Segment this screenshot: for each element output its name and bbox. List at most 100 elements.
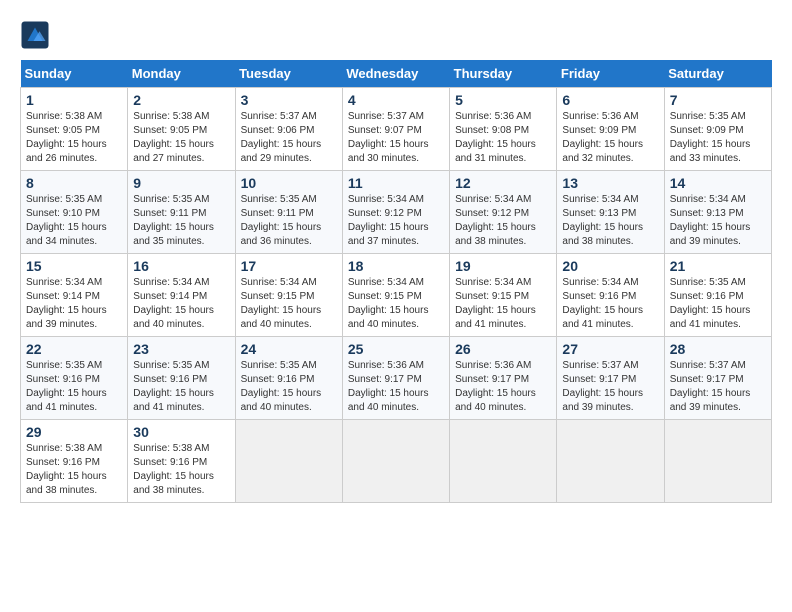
column-header-thursday: Thursday <box>450 60 557 88</box>
day-number: 1 <box>26 92 122 108</box>
day-info: Sunrise: 5:34 AM Sunset: 9:14 PM Dayligh… <box>26 276 122 332</box>
day-info: Sunrise: 5:36 AM Sunset: 9:17 PM Dayligh… <box>455 359 551 415</box>
day-number: 14 <box>670 175 766 191</box>
day-cell: 11 Sunrise: 5:34 AM Sunset: 9:12 PM Dayli… <box>342 171 449 254</box>
day-cell: 21 Sunrise: 5:35 AM Sunset: 9:16 PM Dayli… <box>664 254 771 337</box>
day-cell: 26 Sunrise: 5:36 AM Sunset: 9:17 PM Dayli… <box>450 337 557 420</box>
column-header-sunday: Sunday <box>21 60 128 88</box>
day-info: Sunrise: 5:35 AM Sunset: 9:09 PM Dayligh… <box>670 110 766 166</box>
day-number: 19 <box>455 258 551 274</box>
calendar-week-row: 22 Sunrise: 5:35 AM Sunset: 9:16 PM Dayli… <box>21 337 772 420</box>
day-number: 30 <box>133 424 229 440</box>
day-number: 21 <box>670 258 766 274</box>
day-cell: 12Sunrise: 5:34 AM Sunset: 9:12 PM Dayli… <box>450 171 557 254</box>
day-number: 24 <box>241 341 337 357</box>
day-info: Sunrise: 5:37 AM Sunset: 9:07 PM Dayligh… <box>348 110 444 166</box>
day-info: Sunrise: 5:35 AM Sunset: 9:16 PM Dayligh… <box>670 276 766 332</box>
empty-cell <box>664 420 771 503</box>
day-info: Sunrise: 5:35 AM Sunset: 9:16 PM Dayligh… <box>26 359 122 415</box>
day-number: 22 <box>26 341 122 357</box>
day-cell: 10 Sunrise: 5:35 AM Sunset: 9:11 PM Dayli… <box>235 171 342 254</box>
day-number: 6 <box>562 92 658 108</box>
day-info: Sunrise: 5:34 AM Sunset: 9:15 PM Dayligh… <box>348 276 444 332</box>
calendar-week-row: 15 Sunrise: 5:34 AM Sunset: 9:14 PM Dayli… <box>21 254 772 337</box>
day-cell: 25 Sunrise: 5:36 AM Sunset: 9:17 PM Dayli… <box>342 337 449 420</box>
day-cell: 4 Sunrise: 5:37 AM Sunset: 9:07 PM Daylig… <box>342 88 449 171</box>
day-info: Sunrise: 5:38 AM Sunset: 9:16 PM Dayligh… <box>133 442 229 498</box>
day-cell: 15 Sunrise: 5:34 AM Sunset: 9:14 PM Dayli… <box>21 254 128 337</box>
day-number: 2 <box>133 92 229 108</box>
empty-cell <box>557 420 664 503</box>
day-info: Sunrise: 5:34 AM Sunset: 9:15 PM Dayligh… <box>241 276 337 332</box>
day-cell: 20 Sunrise: 5:34 AM Sunset: 9:16 PM Dayli… <box>557 254 664 337</box>
day-cell: 19 Sunrise: 5:34 AM Sunset: 9:15 PM Dayli… <box>450 254 557 337</box>
day-info: Sunrise: 5:34 AM Sunset: 9:12 PM Dayligh… <box>348 193 444 249</box>
day-number: 17 <box>241 258 337 274</box>
day-number: 20 <box>562 258 658 274</box>
column-header-tuesday: Tuesday <box>235 60 342 88</box>
day-info: Sunrise: 5:34 AM Sunset: 9:14 PM Dayligh… <box>133 276 229 332</box>
day-info: Sunrise: 5:38 AM Sunset: 9:16 PM Dayligh… <box>26 442 122 498</box>
day-info: Sunrise: 5:34 AM Sunset: 9:15 PM Dayligh… <box>455 276 551 332</box>
day-cell: 2 Sunrise: 5:38 AM Sunset: 9:05 PM Daylig… <box>128 88 235 171</box>
day-number: 11 <box>348 175 444 191</box>
day-info: Sunrise: 5:37 AM Sunset: 9:17 PM Dayligh… <box>562 359 658 415</box>
column-header-wednesday: Wednesday <box>342 60 449 88</box>
day-number: 25 <box>348 341 444 357</box>
day-cell: 30 Sunrise: 5:38 AM Sunset: 9:16 PM Dayli… <box>128 420 235 503</box>
day-number: 23 <box>133 341 229 357</box>
day-cell: 23 Sunrise: 5:35 AM Sunset: 9:16 PM Dayli… <box>128 337 235 420</box>
calendar-header-row: SundayMondayTuesdayWednesdayThursdayFrid… <box>21 60 772 88</box>
day-number: 4 <box>348 92 444 108</box>
day-number: 3 <box>241 92 337 108</box>
day-info: Sunrise: 5:35 AM Sunset: 9:10 PM Dayligh… <box>26 193 122 249</box>
day-cell: 24 Sunrise: 5:35 AM Sunset: 9:16 PM Dayli… <box>235 337 342 420</box>
day-number: 9 <box>133 175 229 191</box>
day-cell: 18 Sunrise: 5:34 AM Sunset: 9:15 PM Dayli… <box>342 254 449 337</box>
day-cell: 29 Sunrise: 5:38 AM Sunset: 9:16 PM Dayli… <box>21 420 128 503</box>
day-number: 28 <box>670 341 766 357</box>
column-header-friday: Friday <box>557 60 664 88</box>
day-number: 5 <box>455 92 551 108</box>
day-cell: 14 Sunrise: 5:34 AM Sunset: 9:13 PM Dayli… <box>664 171 771 254</box>
logo-icon <box>20 20 50 50</box>
empty-cell <box>342 420 449 503</box>
day-cell: 13 Sunrise: 5:34 AM Sunset: 9:13 PM Dayli… <box>557 171 664 254</box>
day-info: Sunrise: 5:35 AM Sunset: 9:11 PM Dayligh… <box>133 193 229 249</box>
day-info: Sunrise: 5:38 AM Sunset: 9:05 PM Dayligh… <box>133 110 229 166</box>
day-number: 15 <box>26 258 122 274</box>
day-number: 16 <box>133 258 229 274</box>
calendar-week-row: 29 Sunrise: 5:38 AM Sunset: 9:16 PM Dayli… <box>21 420 772 503</box>
day-cell: 6Sunrise: 5:36 AM Sunset: 9:09 PM Daylig… <box>557 88 664 171</box>
page-header <box>20 20 772 50</box>
day-cell: 5 Sunrise: 5:36 AM Sunset: 9:08 PM Daylig… <box>450 88 557 171</box>
day-number: 7 <box>670 92 766 108</box>
day-cell: 28Sunrise: 5:37 AM Sunset: 9:17 PM Dayli… <box>664 337 771 420</box>
day-info: Sunrise: 5:34 AM Sunset: 9:16 PM Dayligh… <box>562 276 658 332</box>
day-cell: 16 Sunrise: 5:34 AM Sunset: 9:14 PM Dayli… <box>128 254 235 337</box>
day-info: Sunrise: 5:37 AM Sunset: 9:06 PM Dayligh… <box>241 110 337 166</box>
day-number: 27 <box>562 341 658 357</box>
day-info: Sunrise: 5:38 AM Sunset: 9:05 PM Dayligh… <box>26 110 122 166</box>
day-cell: 27 Sunrise: 5:37 AM Sunset: 9:17 PM Dayli… <box>557 337 664 420</box>
day-info: Sunrise: 5:35 AM Sunset: 9:16 PM Dayligh… <box>133 359 229 415</box>
day-cell: 9 Sunrise: 5:35 AM Sunset: 9:11 PM Daylig… <box>128 171 235 254</box>
column-header-saturday: Saturday <box>664 60 771 88</box>
day-info: Sunrise: 5:36 AM Sunset: 9:08 PM Dayligh… <box>455 110 551 166</box>
day-number: 26 <box>455 341 551 357</box>
day-number: 12 <box>455 175 551 191</box>
day-info: Sunrise: 5:36 AM Sunset: 9:17 PM Dayligh… <box>348 359 444 415</box>
day-info: Sunrise: 5:34 AM Sunset: 9:13 PM Dayligh… <box>670 193 766 249</box>
day-number: 8 <box>26 175 122 191</box>
logo <box>20 20 54 50</box>
day-number: 10 <box>241 175 337 191</box>
day-cell: 3 Sunrise: 5:37 AM Sunset: 9:06 PM Daylig… <box>235 88 342 171</box>
day-info: Sunrise: 5:35 AM Sunset: 9:16 PM Dayligh… <box>241 359 337 415</box>
day-number: 13 <box>562 175 658 191</box>
day-info: Sunrise: 5:35 AM Sunset: 9:11 PM Dayligh… <box>241 193 337 249</box>
day-cell: 7 Sunrise: 5:35 AM Sunset: 9:09 PM Daylig… <box>664 88 771 171</box>
day-info: Sunrise: 5:34 AM Sunset: 9:13 PM Dayligh… <box>562 193 658 249</box>
day-number: 29 <box>26 424 122 440</box>
empty-cell <box>450 420 557 503</box>
day-number: 18 <box>348 258 444 274</box>
